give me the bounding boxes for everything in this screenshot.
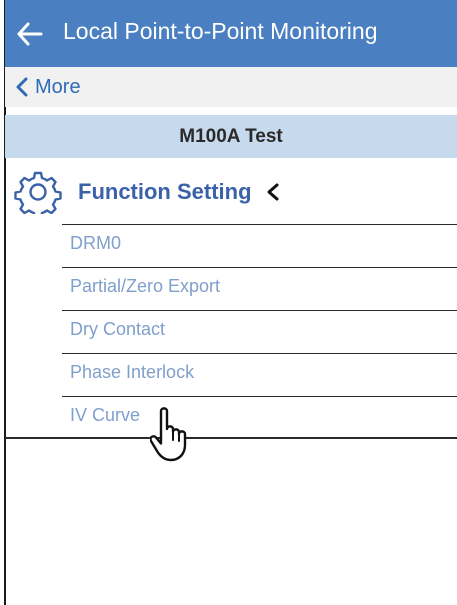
menu-item-dry-contact[interactable]: Dry Contact xyxy=(62,310,457,353)
back-arrow-icon[interactable] xyxy=(15,20,45,48)
section-title: Function Setting xyxy=(78,179,252,204)
chevron-left-icon xyxy=(16,77,28,97)
menu-item-label: Phase Interlock xyxy=(70,362,195,382)
gear-icon xyxy=(14,171,62,214)
menu-item-phase-interlock[interactable]: Phase Interlock xyxy=(62,353,457,396)
list-bottom-divider xyxy=(5,437,457,439)
app-header: Local Point-to-Point Monitoring xyxy=(5,0,457,67)
menu-item-drm0[interactable]: DRM0 xyxy=(62,224,457,267)
menu-item-iv-curve[interactable]: IV Curve xyxy=(62,396,457,439)
menu-item-label: IV Curve xyxy=(70,405,141,425)
hand-pointer-icon xyxy=(150,407,187,462)
menu-item-label: DRM0 xyxy=(70,233,122,253)
device-name-bar: M100A Test xyxy=(5,115,457,158)
sub-navigation: More xyxy=(5,67,457,107)
menu-item-label: Partial/Zero Export xyxy=(70,276,221,296)
function-setting-header[interactable]: Function Setting xyxy=(14,170,280,214)
menu-item-label: Dry Contact xyxy=(70,319,166,339)
more-label: More xyxy=(35,75,81,98)
collapse-chevron-icon[interactable] xyxy=(266,182,280,202)
page-title: Local Point-to-Point Monitoring xyxy=(63,18,378,44)
more-link[interactable]: More xyxy=(15,74,81,100)
menu-item-partial-zero-export[interactable]: Partial/Zero Export xyxy=(62,267,457,310)
